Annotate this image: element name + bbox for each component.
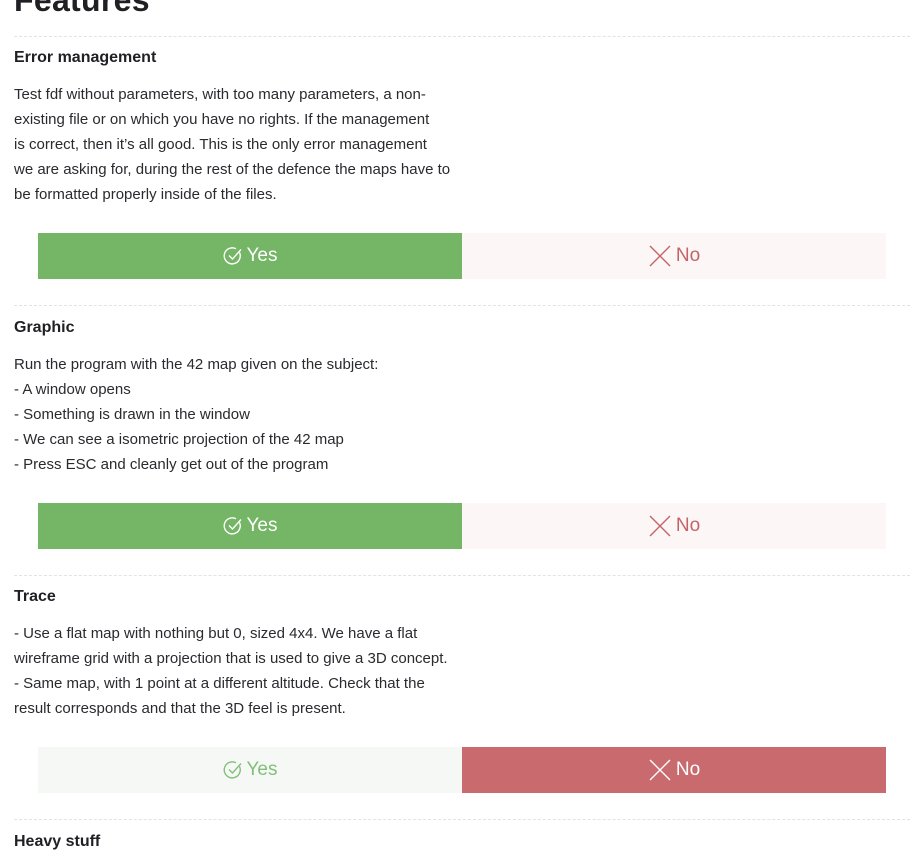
- no-label: No: [675, 245, 701, 266]
- no-button[interactable]: No: [462, 747, 886, 793]
- x-cross-icon: [649, 515, 671, 537]
- no-label: No: [675, 759, 701, 780]
- yes-button[interactable]: Yes: [38, 503, 462, 549]
- no-label: No: [675, 515, 701, 536]
- no-button[interactable]: No: [462, 503, 886, 549]
- yes-button[interactable]: Yes: [38, 747, 462, 793]
- section-title-error-management: Error management: [14, 49, 157, 66]
- section-description-trace: - Use a flat map with nothing but 0, siz…: [14, 625, 448, 717]
- yes-label: Yes: [246, 759, 278, 780]
- section-title-graphic: Graphic: [14, 319, 75, 336]
- yes-button[interactable]: Yes: [38, 233, 462, 279]
- no-button[interactable]: No: [462, 233, 886, 279]
- yes-label: Yes: [246, 245, 278, 266]
- section-divider: [14, 575, 910, 576]
- vote-group-graphic: Yes No: [38, 503, 886, 549]
- check-circle-icon: [223, 247, 242, 265]
- vote-group-error-management: Yes No: [38, 233, 886, 279]
- section-title-heavy-stuff: Heavy stuff: [14, 833, 101, 850]
- check-circle-icon: [223, 761, 242, 779]
- page-title: Features: [14, 0, 150, 18]
- section-divider: [14, 36, 910, 37]
- x-cross-icon: [649, 759, 671, 781]
- yes-label: Yes: [246, 515, 278, 536]
- x-cross-icon: [649, 245, 671, 267]
- check-circle-icon: [223, 517, 242, 535]
- vote-group-trace: Yes No: [38, 747, 886, 793]
- section-divider: [14, 819, 910, 820]
- section-description-graphic: Run the program with the 42 map given on…: [14, 356, 379, 473]
- section-divider: [14, 305, 910, 306]
- section-title-trace: Trace: [14, 588, 56, 605]
- section-description-error-management: Test fdf without parameters, with too ma…: [14, 86, 451, 203]
